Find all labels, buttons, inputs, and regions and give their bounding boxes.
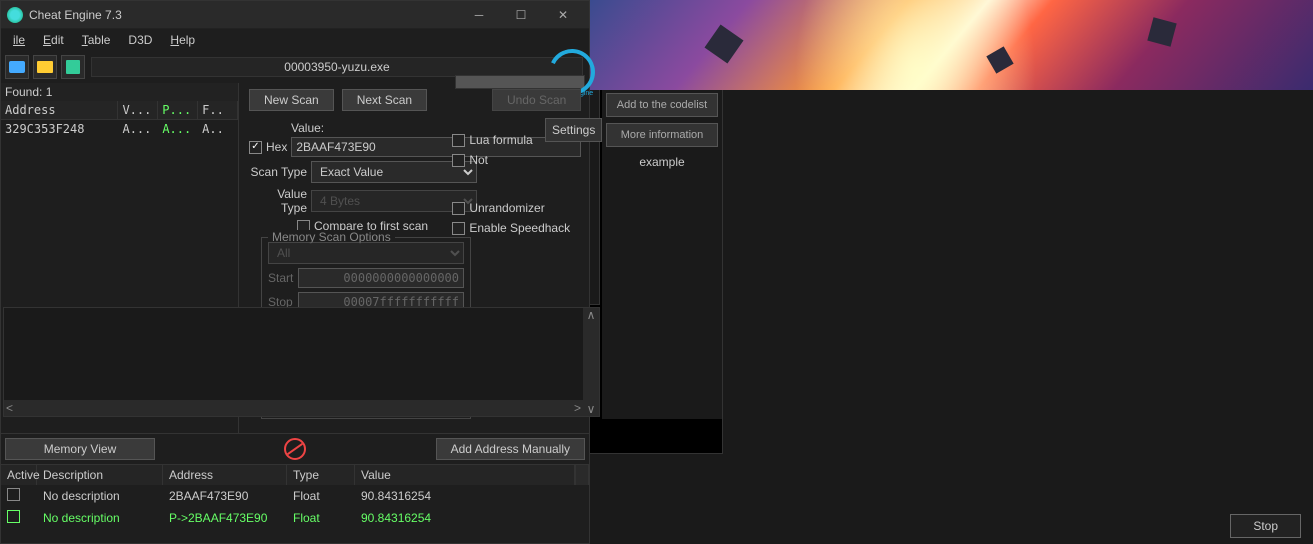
horizontal-scrollbar[interactable]: <> bbox=[4, 400, 583, 416]
maximize-button[interactable]: ☐ bbox=[501, 3, 541, 27]
stop-button[interactable]: Stop bbox=[1230, 514, 1301, 538]
next-scan-button[interactable]: Next Scan bbox=[342, 89, 427, 111]
add-address-manually-button[interactable]: Add Address Manually bbox=[436, 438, 585, 460]
value-type-label: Value Type bbox=[249, 187, 307, 215]
more-information-button[interactable]: More information bbox=[606, 123, 718, 147]
scan-type-label: Scan Type bbox=[249, 165, 307, 179]
example-label: example bbox=[606, 155, 718, 169]
address-table: Active Description Address Type Value No… bbox=[1, 464, 589, 529]
active-checkbox[interactable] bbox=[7, 488, 20, 501]
save-icon bbox=[66, 60, 80, 74]
monitor-icon bbox=[9, 61, 25, 73]
hex-checkbox[interactable] bbox=[249, 141, 262, 154]
found-count: Found: 1 bbox=[1, 83, 238, 101]
debris-shape bbox=[1147, 17, 1176, 46]
mem-range-select[interactable]: All bbox=[268, 242, 464, 264]
table-scrollbar[interactable] bbox=[575, 465, 589, 485]
menu-file[interactable]: ile bbox=[5, 31, 33, 49]
start-input[interactable] bbox=[298, 268, 464, 288]
memory-view-button[interactable]: Memory View bbox=[5, 438, 155, 460]
minimize-button[interactable]: ─ bbox=[459, 3, 499, 27]
settings-tab[interactable]: Settings bbox=[545, 118, 602, 142]
table-row[interactable]: No description P->2BAAF473E90 Float 90.8… bbox=[1, 507, 589, 529]
cheat-engine-window: Cheat Engine 7.3 ─ ☐ ✕ ile Edit Table D3… bbox=[0, 0, 590, 544]
titlebar[interactable]: Cheat Engine 7.3 ─ ☐ ✕ bbox=[1, 1, 589, 29]
no-entry-icon[interactable] bbox=[284, 438, 306, 460]
toolbar: 00003950-yuzu.exe Cheat Engine bbox=[1, 51, 589, 83]
new-scan-button[interactable]: New Scan bbox=[249, 89, 334, 111]
lua-formula-checkbox[interactable] bbox=[452, 134, 465, 147]
process-name: 00003950-yuzu.exe bbox=[91, 57, 583, 77]
opcodes-detail-pane[interactable]: ∧∨ <> bbox=[3, 307, 600, 417]
open-process-button[interactable] bbox=[5, 55, 29, 79]
active-checkbox[interactable] bbox=[7, 510, 20, 523]
undo-scan-button[interactable]: Undo Scan bbox=[492, 89, 581, 111]
menu-edit[interactable]: Edit bbox=[35, 31, 72, 49]
menu-d3d[interactable]: D3D bbox=[120, 31, 160, 49]
add-to-codelist-button[interactable]: Add to the codelist bbox=[606, 93, 718, 117]
value-label: Value: bbox=[291, 121, 324, 135]
app-logo-icon bbox=[7, 7, 23, 23]
table-row[interactable]: No description 2BAAF473E90 Float 90.8431… bbox=[1, 485, 589, 507]
debris-shape bbox=[705, 25, 744, 64]
unrandomizer-checkbox[interactable] bbox=[452, 202, 465, 215]
window-title: Cheat Engine 7.3 bbox=[29, 8, 459, 22]
menubar: ile Edit Table D3D Help bbox=[1, 29, 589, 51]
speedhack-checkbox[interactable] bbox=[452, 222, 465, 235]
result-row[interactable]: 329C353F248 A... A... A.. bbox=[1, 120, 238, 138]
close-button[interactable]: ✕ bbox=[543, 3, 583, 27]
save-button[interactable] bbox=[61, 55, 85, 79]
vertical-scrollbar[interactable]: ∧∨ bbox=[583, 308, 599, 416]
folder-icon bbox=[37, 61, 53, 73]
menu-help[interactable]: Help bbox=[162, 31, 203, 49]
debris-shape bbox=[986, 46, 1013, 73]
open-file-button[interactable] bbox=[33, 55, 57, 79]
menu-table[interactable]: Table bbox=[74, 31, 119, 49]
background-game-art bbox=[590, 0, 1313, 90]
results-header: Address V... P... F.. bbox=[1, 101, 238, 120]
not-checkbox[interactable] bbox=[452, 154, 465, 167]
